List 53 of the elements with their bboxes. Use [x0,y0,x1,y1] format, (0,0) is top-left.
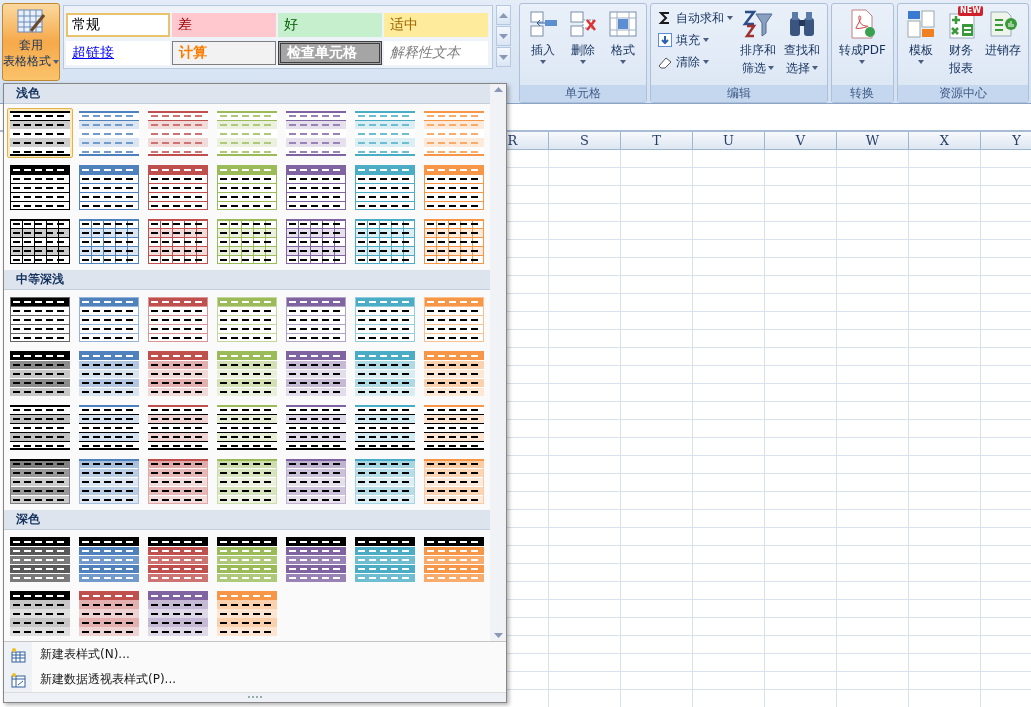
gallery-scroll-down-button[interactable] [496,26,511,46]
template-layout-icon [905,8,937,40]
ribbon-button[interactable]: NEW 财务 报表 [942,6,980,78]
menu-item[interactable]: 新建数据透视表样式(P)... [4,667,506,692]
ribbon-small-button[interactable]: 清除 [654,52,735,72]
scroll-down-icon [493,633,503,638]
sort-filter-icon [741,8,774,40]
ribbon-button[interactable]: 转成PDF [835,6,889,66]
column-header[interactable]: U [693,132,765,150]
column-header[interactable]: S [549,132,621,150]
column-header[interactable]: Y [981,132,1031,150]
fill-down-icon [656,32,673,48]
ribbon-small-button[interactable]: 填充 [654,30,735,50]
cell-style-option[interactable]: 适中 [384,13,488,37]
group-label: 转换 [831,85,893,102]
column-header[interactable]: W [837,132,909,150]
section-title: 深色 [4,510,490,530]
ribbon-button[interactable]: 进销存 [982,6,1024,60]
ribbon-button[interactable]: 查找和 选择 [780,6,823,78]
column-header[interactable]: X [909,132,981,150]
column-header[interactable]: V [765,132,837,150]
new-pivot-style-icon [10,671,26,688]
group-label: 资源中心 [898,85,1028,102]
cell-style-option[interactable]: 差 [172,13,276,37]
ribbon-button[interactable]: 插入 [523,6,562,66]
more-arrow-icon [499,54,508,60]
cell-style-option[interactable]: 好 [278,13,382,37]
ribbon-button[interactable]: 模板 [902,6,940,66]
section-title: 中等深浅 [4,270,490,290]
menu-item[interactable]: 新建表样式(N)... [4,642,506,667]
group-label: 单元格 [519,85,646,102]
gallery-more-button[interactable] [496,47,511,67]
cell-style-option[interactable]: 超链接 [66,41,170,65]
group-label: 编辑 [650,85,827,102]
section-title: 浅色 [4,84,490,104]
cell-style-option[interactable]: 常规 [66,13,170,37]
format-as-table-button[interactable]: 套用 表格格式 [2,3,60,81]
down-arrow-icon [499,33,508,39]
ribbon-small-button[interactable]: 自动求和 [654,8,735,28]
new-table-style-icon [10,646,26,663]
cell-style-option[interactable]: 解释性文本 [384,41,488,65]
scrollbar[interactable] [490,84,506,641]
ribbon-button[interactable]: 删除 [563,6,602,66]
ribbon-button[interactable]: 格式 [603,6,642,66]
scroll-up-icon [493,87,503,92]
new-badge: NEW [958,6,983,16]
column-header[interactable]: T [621,132,693,150]
format-cells-icon [606,8,639,40]
ribbon-button[interactable]: 排序和 筛选 [736,6,779,78]
resize-grip-icon[interactable] [247,696,263,699]
document-chart-icon [987,8,1019,40]
up-arrow-icon [499,12,508,18]
gallery-scroll-up-button[interactable] [496,5,511,25]
